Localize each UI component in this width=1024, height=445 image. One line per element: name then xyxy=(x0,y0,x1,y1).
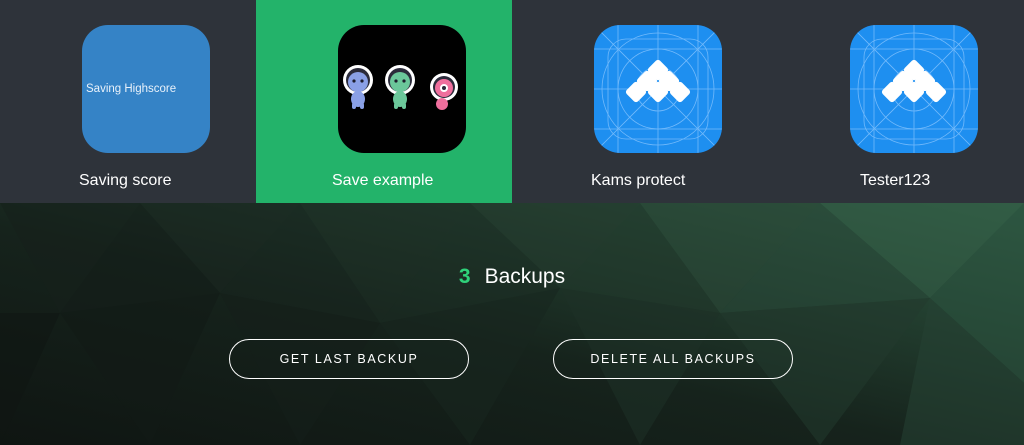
app-tile-kams-protect[interactable]: Kams protect xyxy=(512,0,768,203)
app-name: Tester123 xyxy=(860,172,931,189)
backups-count: 3 xyxy=(458,265,471,288)
backups-summary: 3 Backups xyxy=(0,265,1024,289)
app-grid-icon xyxy=(850,25,978,153)
backup-panel xyxy=(0,203,1024,445)
app-tile-tester123[interactable]: Tester123 xyxy=(768,0,1024,203)
app-tile-save-example[interactable]: Save example xyxy=(256,0,512,203)
text-icon: Saving Highscore xyxy=(82,25,210,153)
astronauts-icon xyxy=(338,25,466,153)
icon-caption: Saving Highscore xyxy=(82,25,210,153)
polygon-background xyxy=(0,203,1024,445)
app-tile-saving-score[interactable]: Saving Highscore Saving score xyxy=(0,0,256,203)
delete-all-backups-button[interactable]: DELETE ALL BACKUPS xyxy=(553,339,793,379)
backups-label: Backups xyxy=(484,265,566,288)
app-strip: Saving Highscore Saving score Save examp… xyxy=(0,0,1024,203)
get-last-backup-button[interactable]: GET LAST BACKUP xyxy=(229,339,469,379)
app-grid-icon xyxy=(594,25,722,153)
